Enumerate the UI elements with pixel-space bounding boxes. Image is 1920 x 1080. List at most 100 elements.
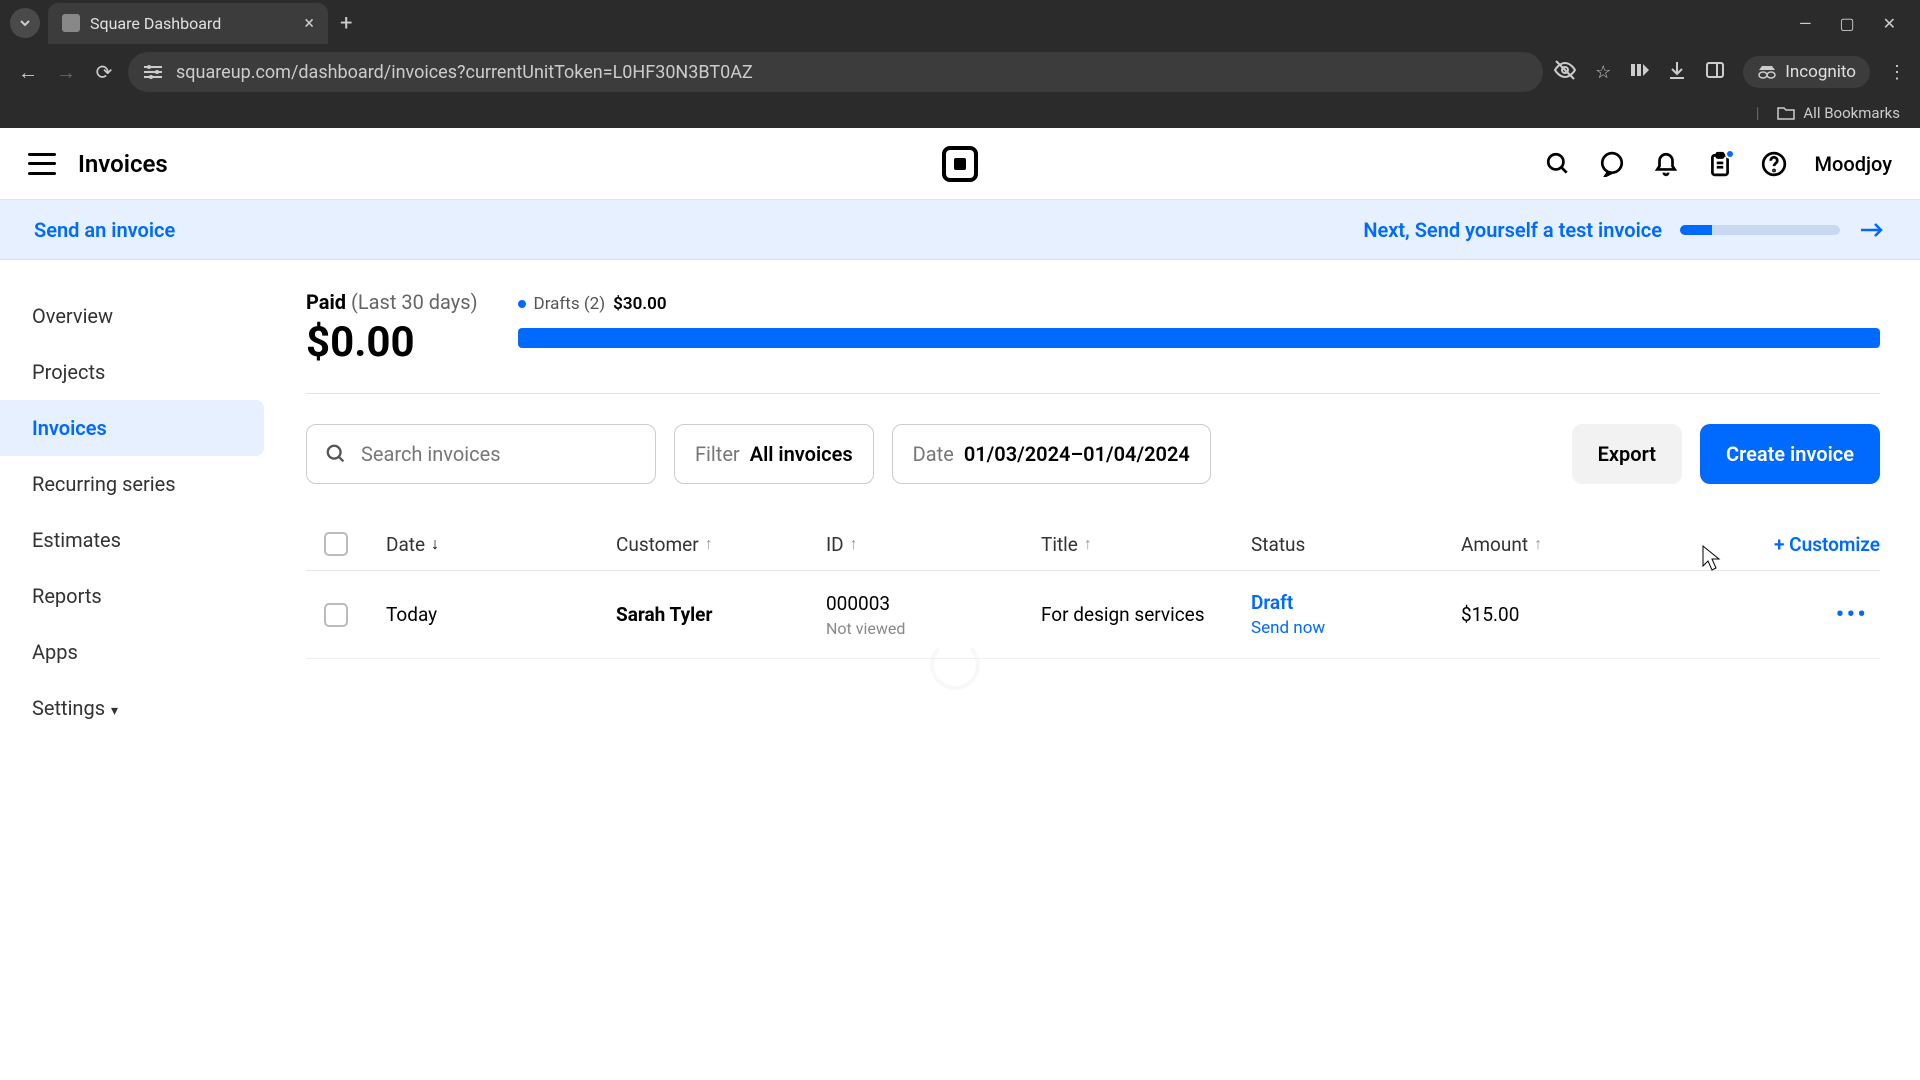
banner-title[interactable]: Send an invoice	[34, 218, 175, 242]
incognito-badge[interactable]: Incognito	[1743, 56, 1870, 88]
sort-up-icon: ↑	[850, 534, 858, 554]
legend-dot	[518, 300, 526, 308]
side-panel-icon[interactable]	[1705, 60, 1725, 85]
cell-amount: $15.00	[1461, 603, 1636, 626]
search-placeholder: Search invoices	[361, 442, 501, 466]
square-logo[interactable]	[942, 146, 978, 182]
browser-chrome: Square Dashboard × + — ▢ ✕ ← → ⟳ squareu…	[0, 0, 1920, 128]
sidebar-item-estimates[interactable]: Estimates	[0, 512, 264, 568]
sort-down-icon: ↓	[431, 534, 439, 554]
minimize-icon[interactable]: —	[1799, 14, 1812, 33]
cell-customer: Sarah Tyler	[616, 603, 826, 626]
app-header: Invoices Moodjoy	[0, 128, 1920, 200]
new-tab-button[interactable]: +	[340, 11, 352, 36]
tab-favicon	[62, 14, 80, 32]
loading-spinner	[930, 640, 980, 690]
address-bar: ← → ⟳ squareup.com/dashboard/invoices?cu…	[0, 46, 1920, 98]
column-date[interactable]: Date↓	[386, 533, 616, 556]
date-label: Date	[913, 442, 954, 466]
row-checkbox[interactable]	[324, 603, 348, 627]
help-icon[interactable]	[1761, 151, 1787, 177]
create-invoice-button[interactable]: Create invoice	[1700, 424, 1880, 484]
search-input[interactable]: Search invoices	[306, 424, 656, 484]
bell-icon[interactable]	[1653, 151, 1679, 177]
sort-up-icon: ↑	[705, 534, 713, 554]
tab-close-icon[interactable]: ×	[304, 13, 314, 34]
sidebar-item-apps[interactable]: Apps	[0, 624, 264, 680]
media-control-icon[interactable]	[1629, 60, 1649, 85]
sidebar-item-reports[interactable]: Reports	[0, 568, 264, 624]
username[interactable]: Moodjoy	[1815, 152, 1892, 176]
sidebar-item-projects[interactable]: Projects	[0, 344, 264, 400]
column-id[interactable]: ID↑	[826, 533, 1041, 556]
status-badge: Draft	[1251, 591, 1461, 614]
cell-status: Draft Send now	[1251, 591, 1461, 638]
maximize-icon[interactable]: ▢	[1839, 14, 1854, 33]
tab-bar: Square Dashboard × + — ▢ ✕	[0, 0, 1920, 46]
customize-columns-button[interactable]: + Customize	[1774, 533, 1880, 556]
chevron-down-icon: ▾	[111, 703, 118, 719]
row-more-icon[interactable]: •••	[1836, 600, 1880, 630]
folder-icon	[1777, 106, 1795, 120]
close-window-icon[interactable]: ✕	[1883, 14, 1896, 33]
clipboard-icon[interactable]	[1707, 151, 1733, 177]
menu-icon[interactable]	[28, 153, 56, 175]
url-text: squareup.com/dashboard/invoices?currentU…	[176, 62, 753, 83]
chat-icon[interactable]	[1599, 151, 1625, 177]
cell-id-sub: Not viewed	[826, 619, 1041, 638]
paid-amount: $0.00	[306, 318, 478, 367]
column-amount[interactable]: Amount↑	[1461, 533, 1636, 556]
browser-tab[interactable]: Square Dashboard ×	[48, 3, 328, 44]
back-icon[interactable]: ←	[14, 60, 42, 85]
url-input[interactable]: squareup.com/dashboard/invoices?currentU…	[128, 52, 1543, 92]
column-title[interactable]: Title↑	[1041, 533, 1251, 556]
all-bookmarks-link[interactable]: All Bookmarks	[1803, 104, 1900, 122]
date-value: 01/03/2024–01/04/2024	[964, 442, 1190, 466]
sort-up-icon: ↑	[1534, 534, 1542, 554]
cell-title: For design services	[1041, 603, 1251, 626]
drafts-summary: Drafts (2) $30.00	[518, 290, 1880, 348]
send-now-link[interactable]: Send now	[1251, 618, 1461, 638]
incognito-icon	[1757, 65, 1777, 79]
incognito-label: Incognito	[1785, 62, 1856, 82]
date-range-picker[interactable]: Date 01/03/2024–01/04/2024	[892, 424, 1211, 484]
tab-title: Square Dashboard	[90, 14, 221, 33]
download-icon[interactable]	[1667, 60, 1687, 85]
sidebar-item-invoices[interactable]: Invoices	[0, 400, 264, 456]
sort-up-icon: ↑	[1084, 534, 1092, 554]
sidebar-item-recurring[interactable]: Recurring series	[0, 456, 264, 512]
drafts-amount: $30.00	[613, 294, 666, 314]
banner-next-step[interactable]: Next, Send yourself a test invoice	[1363, 218, 1662, 242]
sidebar-item-settings[interactable]: Settings▾	[0, 680, 264, 736]
controls-row: Search invoices Filter All invoices Date…	[306, 424, 1880, 484]
column-status[interactable]: Status	[1251, 533, 1461, 556]
bookmarks-bar: | All Bookmarks	[0, 98, 1920, 128]
drafts-bar	[518, 328, 1880, 348]
sidebar-item-overview[interactable]: Overview	[0, 288, 264, 344]
notification-badge	[1725, 149, 1735, 159]
paid-summary: Paid (Last 30 days) $0.00	[306, 290, 478, 367]
reload-icon[interactable]: ⟳	[90, 60, 118, 84]
sidebar: Overview Projects Invoices Recurring ser…	[0, 260, 280, 1080]
search-icon	[325, 443, 347, 465]
tab-search-dropdown[interactable]	[10, 8, 40, 38]
filter-dropdown[interactable]: Filter All invoices	[674, 424, 874, 484]
search-icon[interactable]	[1545, 151, 1571, 177]
select-all-checkbox[interactable]	[324, 532, 348, 556]
browser-menu-icon[interactable]: ⋮	[1888, 62, 1906, 83]
column-customer[interactable]: Customer↑	[616, 533, 826, 556]
bookmark-star-icon[interactable]: ☆	[1595, 62, 1611, 83]
page-title: Invoices	[78, 150, 168, 178]
filter-value: All invoices	[750, 442, 853, 466]
forward-icon[interactable]: →	[52, 60, 80, 85]
window-controls: — ▢ ✕	[1799, 14, 1910, 33]
site-settings-icon[interactable]	[144, 65, 162, 79]
eye-off-icon[interactable]	[1553, 58, 1577, 87]
arrow-right-icon[interactable]	[1858, 216, 1886, 244]
export-button[interactable]: Export	[1572, 424, 1682, 484]
cell-id: 000003 Not viewed	[826, 592, 1041, 638]
main-panel: Paid (Last 30 days) $0.00 Drafts (2) $30…	[280, 260, 1920, 1080]
table-row[interactable]: Today Sarah Tyler 000003 Not viewed For …	[306, 571, 1880, 659]
filter-label: Filter	[695, 442, 740, 466]
cell-date: Today	[386, 603, 616, 626]
